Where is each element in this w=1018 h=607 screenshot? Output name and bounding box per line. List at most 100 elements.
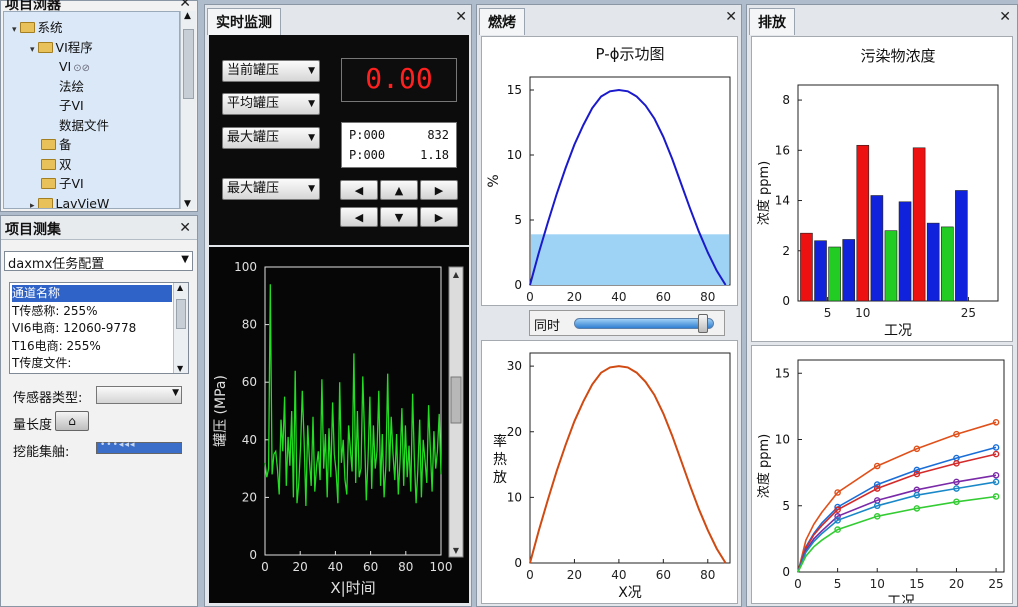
readout-left-0: P:000	[349, 128, 386, 142]
close-icon[interactable]: ✕	[999, 9, 1011, 25]
tree-item[interactable]: ▾ 系统	[12, 18, 63, 37]
x-tick-label: 60	[363, 560, 378, 574]
expand-right-icon[interactable]: ▸	[30, 201, 35, 209]
close-icon[interactable]: ✕	[455, 9, 467, 25]
max-pressure-label-2: 最大罐压	[227, 181, 280, 196]
p-phi-plot: 0 20 40 60 80 0 5 10 15 P-ϕ示功图%	[481, 36, 738, 306]
tree-item[interactable]: 法绘	[48, 77, 84, 96]
arrow-left-button[interactable]: ◀	[340, 180, 378, 200]
emission-tab[interactable]: 排放	[749, 8, 795, 35]
x-axis-label: X|时间	[330, 579, 375, 597]
x-tick-label: 20	[949, 577, 964, 591]
scroll-up-icon[interactable]: ▲	[177, 283, 183, 292]
x-tick-label: 80	[398, 560, 413, 574]
length-label: 量长度	[13, 418, 53, 433]
tree-item[interactable]: 子VI	[30, 174, 84, 193]
current-pressure-label: 当前罐压	[227, 63, 280, 78]
list-item[interactable]: T传感称: 255%	[12, 303, 172, 320]
current-pressure-button[interactable]: 当前罐压 ▼	[222, 60, 320, 82]
y-tick-label: 10	[507, 490, 522, 504]
y-axis-label: 罐压 (MPa)	[213, 375, 229, 447]
expand-down-icon[interactable]: ▾	[30, 45, 35, 55]
tree-scroll-thumb[interactable]	[183, 29, 194, 99]
x-tick-label: 10	[855, 306, 870, 320]
y-axis-label-char: 率	[493, 433, 507, 450]
measure-header: 项目测集 ✕	[1, 216, 197, 240]
y-tick-label: 40	[242, 433, 257, 447]
tree-item[interactable]: 子VI	[48, 96, 84, 115]
tree-scrollbar[interactable]: ▲ ▼	[180, 11, 196, 209]
monitor-panel: 实时监测 ✕ 当前罐压 ▼ 平均罐压 ▼ 最大罐压 ▼ 最大罐压 ▼ 0.00 P:00…	[204, 4, 472, 607]
monitor-tab[interactable]: 实时监测	[207, 8, 281, 35]
scroll-up-icon: ▲	[453, 270, 460, 279]
bar	[828, 246, 841, 302]
arrow-down-button[interactable]: ▼	[380, 207, 418, 227]
y-axis-label-char: 放	[493, 470, 507, 486]
max-pressure-button-2[interactable]: 最大罐压 ▼	[222, 178, 320, 200]
y-tick-label: 30	[507, 359, 522, 373]
pollutant-line-chart: 0 5 10 15 20 25 0 5 10 15 工况 浓度 ppm)	[756, 359, 1005, 607]
tree-item[interactable]: ▸ LavVieW	[30, 194, 109, 209]
tree-item[interactable]: ▾ VI程序	[30, 38, 93, 57]
sensor-type-select[interactable]: ▼	[96, 386, 182, 404]
average-pressure-button[interactable]: 平均罐压 ▼	[222, 93, 320, 115]
list-item[interactable]: T16电商: 255%	[12, 338, 172, 355]
max-pressure-button[interactable]: 最大罐压 ▼	[222, 127, 320, 149]
tree-item[interactable]: 双	[30, 155, 72, 174]
list-item[interactable]: 通道名称	[12, 285, 172, 302]
close-icon[interactable]: ✕	[179, 0, 191, 11]
close-icon[interactable]: ✕	[179, 220, 191, 236]
sync-slider[interactable]: 同时	[529, 310, 725, 336]
bar	[884, 230, 898, 302]
home-button[interactable]: ⌂	[55, 411, 89, 431]
y-tick-label: 5	[782, 499, 790, 513]
bar	[940, 226, 954, 302]
plot-frame	[797, 84, 999, 302]
arrow-left-button-2[interactable]: ◀	[340, 207, 378, 227]
chevron-down-icon[interactable]: ▼	[181, 254, 189, 265]
p-phi-chart: 0 20 40 60 80 0 5 10 15 P-ϕ示功图%	[486, 45, 731, 304]
arrow-right-button-2[interactable]: ▶	[420, 207, 458, 227]
scroll-down-icon[interactable]: ▼	[177, 364, 183, 373]
collect-progress: •••◂◂◂	[96, 440, 182, 454]
slider-track[interactable]	[574, 318, 714, 329]
list-item[interactable]: VI6电商: 12060-9778	[12, 320, 172, 337]
chart-scroll-thumb	[450, 376, 462, 424]
y-tick-label: 16	[775, 143, 790, 157]
list-item[interactable]: T传度文件:	[12, 355, 172, 372]
x-tick-label: 25	[988, 577, 1003, 591]
heat-release-chart: 0 20 40 60 80 0 10 20 30 X况 放热率	[493, 352, 731, 601]
x-tick-label: 60	[656, 290, 671, 304]
chevron-down-icon[interactable]: ▼	[172, 388, 179, 398]
readout-box: P:000 832 P:000 1.18	[341, 122, 457, 168]
expand-down-icon[interactable]: ▾	[12, 25, 17, 35]
combustion-tab[interactable]: 燃烤	[479, 8, 525, 35]
chart-title: 污染物浓度	[860, 47, 935, 65]
series-line	[797, 474, 997, 573]
x-tick-label: 80	[700, 290, 715, 304]
x-tick-label: 0	[526, 568, 534, 582]
folder-icon	[37, 197, 53, 208]
x-tick-label: 60	[656, 568, 671, 582]
tree-item[interactable]: 数据文件	[48, 116, 109, 135]
list-scroll-thumb[interactable]	[176, 299, 186, 329]
project-tree: ▾ 系统 ▾ VI程序 VI ⊙⊘ 法绘 子VI 数据文件备双子VI ▸ LavVieW	[3, 11, 180, 209]
chart-title: P-ϕ示功图	[595, 45, 664, 63]
task-dropdown[interactable]: daxmx任务配置 ▼	[4, 251, 193, 272]
y-tick-label: 0	[514, 556, 522, 570]
chevron-down-icon: ▼	[308, 66, 315, 76]
y-tick-label: 10	[775, 433, 790, 447]
pollutant-line-plot: 0 5 10 15 20 25 0 5 10 15 工况 浓度 ppm)	[751, 345, 1013, 607]
scroll-down-icon[interactable]: ▼	[184, 199, 191, 209]
arrow-right-button[interactable]: ▶	[420, 180, 458, 200]
slider-thumb[interactable]	[697, 314, 708, 333]
scroll-up-icon[interactable]: ▲	[184, 11, 191, 21]
project-measure-panel: 项目测集 ✕ daxmx任务配置 ▼ 通道名称 T传感称: 255% VI6电商: …	[0, 215, 198, 607]
close-icon[interactable]: ✕	[725, 9, 737, 25]
tree-item[interactable]: VI ⊙⊘	[48, 57, 90, 76]
y-tick-label: 15	[775, 366, 790, 380]
shaded-band	[531, 234, 729, 285]
tree-item[interactable]: 备	[30, 135, 72, 154]
arrow-up-button[interactable]: ▲	[380, 180, 418, 200]
list-scrollbar[interactable]: ▲ ▼	[173, 283, 188, 373]
